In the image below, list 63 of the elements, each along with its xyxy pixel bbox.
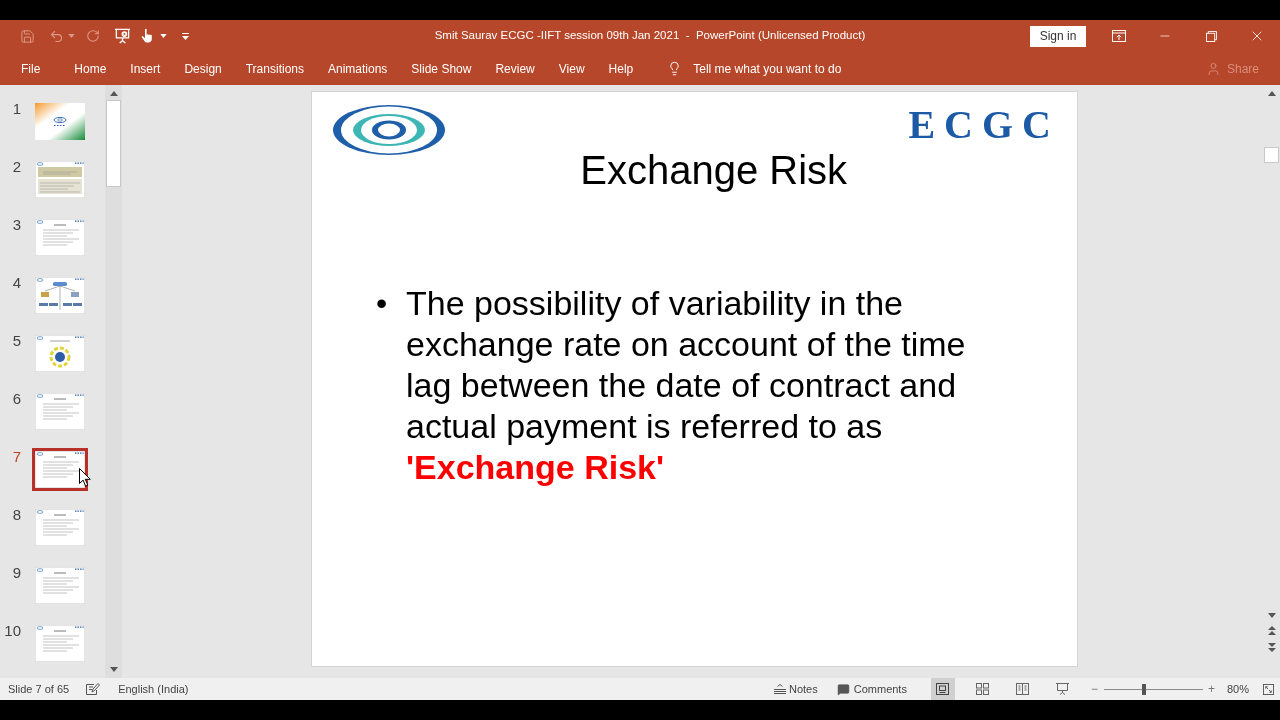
notes-icon [774,684,786,694]
customize-caret-icon[interactable] [182,32,189,40]
fit-to-window-icon[interactable] [1263,683,1274,695]
bullet-marker: • [376,284,389,323]
slide-thumbnail[interactable] [32,448,88,491]
window-title: Smit Saurav ECGC -IIFT session 09th Jan 2021 - PowerPoint (Unlicensed Product) [434,28,866,44]
ribbon-tab[interactable]: Help [596,55,646,82]
slide-number: 4 [11,274,21,291]
slide-counter: Slide 7 of 65 [7,681,70,697]
tell-me-search[interactable]: Tell me what you want to do [667,59,842,78]
normal-view-icon[interactable] [936,683,950,695]
zoom-level[interactable]: 80% [1226,680,1249,698]
ribbon-tab[interactable]: Design [172,55,234,82]
ribbon-tab[interactable]: Insert [118,55,173,82]
slide-number: 7 [11,448,21,465]
language-label[interactable]: English (India) [118,680,189,698]
slide-title: Exchange Risk [580,147,848,193]
hand-pointer-icon[interactable] [140,28,154,44]
scroll-down-icon[interactable] [109,667,118,672]
scroll-up-icon[interactable] [1267,91,1276,96]
proofing-icon[interactable] [86,683,101,695]
reading-view-icon[interactable] [1016,683,1030,695]
ribbon-tab[interactable]: Transitions [233,55,316,82]
ecgc-logo-text: ECGC [908,105,1060,145]
scrollbar-thumb[interactable] [106,100,121,187]
scroll-down-icon[interactable] [1267,613,1276,618]
slide-number: 3 [11,216,21,233]
double-caret-down-icon[interactable] [1267,643,1276,652]
slide-number: 10 [3,622,21,639]
comment-icon [836,682,850,696]
slide-number: 2 [11,158,21,175]
ribbon-tab[interactable]: Slide Show [399,55,484,82]
slide-number: 5 [11,332,21,349]
scroll-up-icon[interactable] [109,91,118,96]
caret-icon[interactable] [160,34,167,38]
person-icon [1205,60,1221,77]
slide-number: 6 [11,390,21,407]
comments-button[interactable]: Comments [836,680,907,698]
scrollbar-thumb[interactable] [1264,147,1279,163]
bullet-text: The possibility of variability in the exchange rate on account of the time lag between the date of contract and actual payment is referred to as 'Exchange Risk' [406,283,967,488]
zoom-out-button[interactable]: − [1090,680,1098,698]
restore-icon[interactable] [1205,30,1217,42]
double-caret-up-icon[interactable] [1267,626,1276,635]
ecgc-logo-icon [333,105,445,155]
ribbon-tab[interactable]: File [9,55,53,82]
mouse-cursor-icon [79,468,91,487]
screen-play-icon[interactable] [114,28,131,44]
scrollbar[interactable] [105,85,122,678]
notes-button[interactable]: Notes [774,680,818,698]
ribbon-tab[interactable]: Review [483,55,547,82]
projector-screen-icon[interactable] [1056,683,1070,695]
zoom-slider-thumb[interactable] [1141,683,1146,695]
ribbon-tab[interactable]: Animations [316,55,400,82]
sign-in-button[interactable]: Sign in [1030,25,1086,47]
grid-view-icon[interactable] [976,683,990,695]
slide-thumbnail[interactable] [35,103,85,140]
ribbon-tab[interactable]: Home [62,55,119,82]
zoom-in-button[interactable]: + [1207,680,1215,698]
slide-number: 9 [11,564,21,581]
ribbon-tab[interactable]: View [546,55,597,82]
slide-number: 8 [11,506,21,523]
slide-number: 1 [11,100,21,117]
ribbon-display-icon[interactable] [1112,30,1126,42]
